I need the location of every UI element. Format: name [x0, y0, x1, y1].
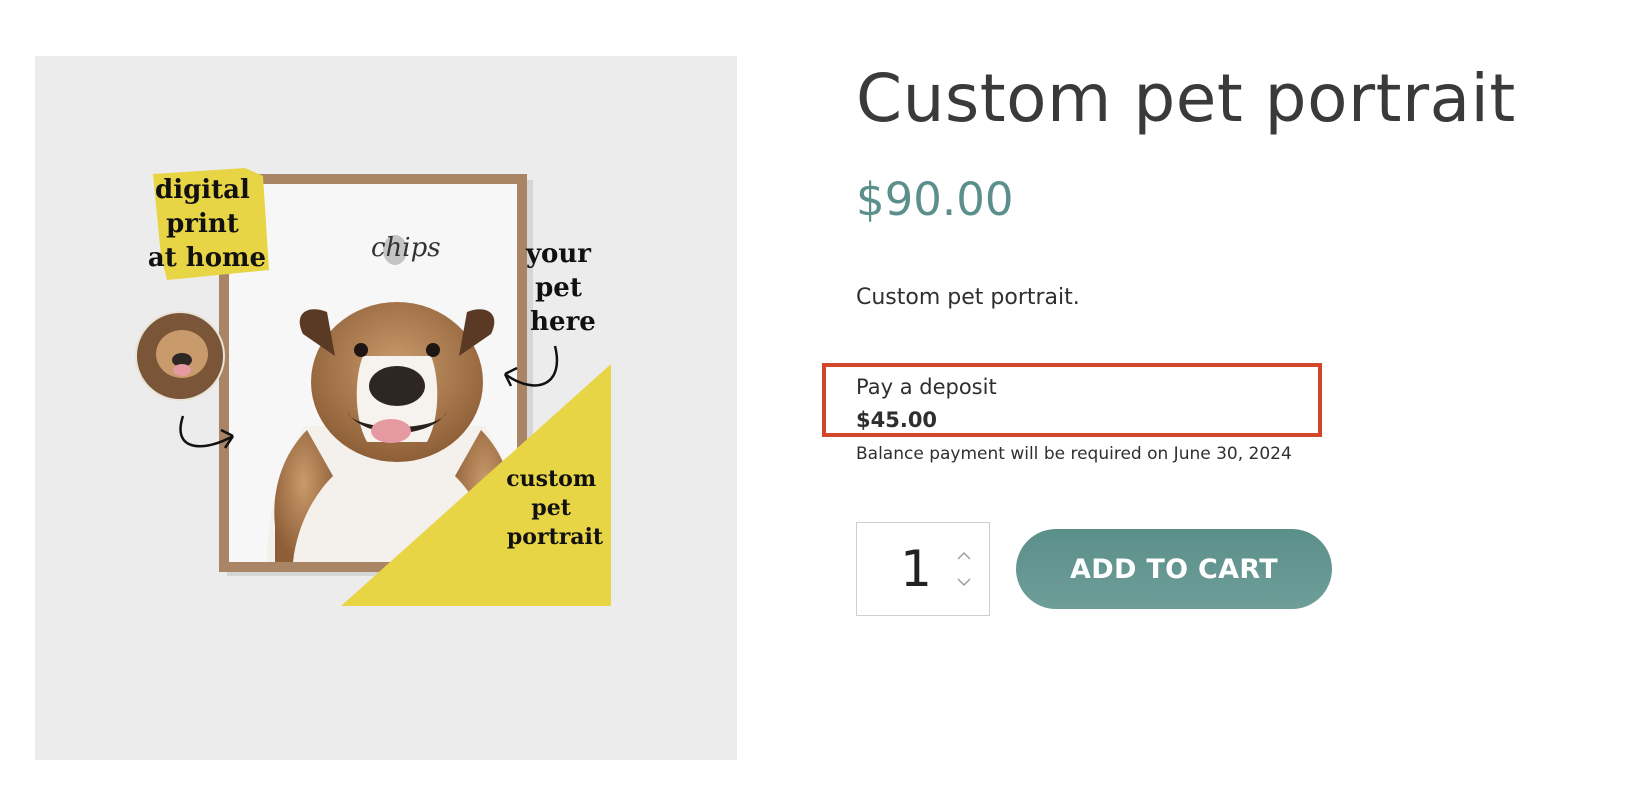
product-description: Custom pet portrait. — [856, 285, 1080, 310]
product-price: $90.00 — [856, 173, 1014, 226]
chevron-up-icon[interactable] — [955, 549, 973, 563]
chevron-down-icon[interactable] — [955, 575, 973, 589]
pet-name-script: chips — [371, 233, 441, 263]
quantity-stepper[interactable]: 1 — [856, 522, 990, 616]
product-image[interactable]: chips digital print at home your pet her… — [35, 56, 737, 760]
balance-payment-note: Balance payment will be required on June… — [856, 444, 1292, 464]
deposit-amount: $45.00 — [856, 408, 938, 432]
product-image-artwork: chips digital print at home your pet her… — [135, 168, 611, 606]
callout-text: your pet here — [525, 239, 600, 337]
pet-photo-thumbnail — [135, 311, 225, 401]
product-title: Custom pet portrait — [856, 60, 1516, 137]
add-to-cart-button[interactable]: ADD TO CART — [1016, 529, 1332, 609]
quantity-input[interactable]: 1 — [891, 539, 941, 599]
deposit-label: Pay a deposit — [856, 375, 997, 399]
